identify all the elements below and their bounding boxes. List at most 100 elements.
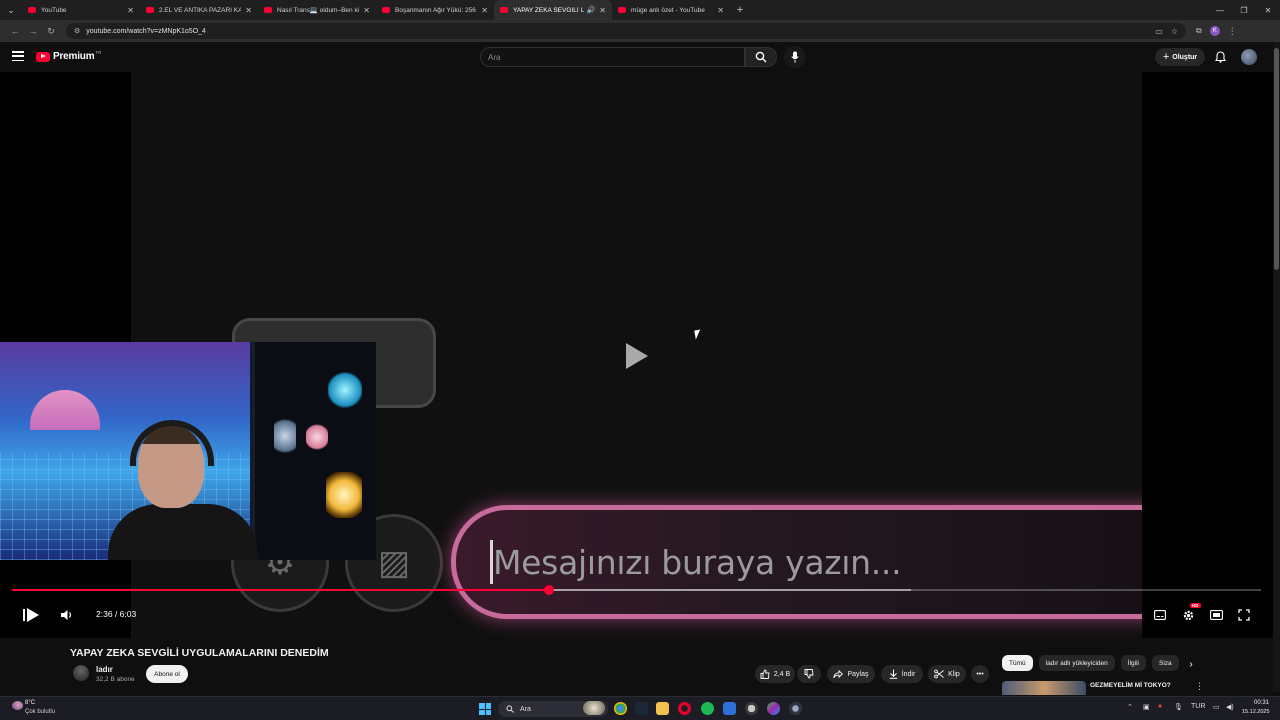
weather-icon[interactable] — [12, 701, 23, 710]
youtube-premium-logo[interactable]: Premium TR — [36, 50, 101, 62]
browser-tab[interactable]: YouTube ✕ — [22, 0, 140, 20]
recommendation-title[interactable]: GEZMEYELİM Mİ TOKYO? — [1090, 682, 1171, 689]
chrome-icon[interactable] — [614, 702, 627, 715]
theater-mode-button[interactable] — [1208, 607, 1224, 623]
network-icon[interactable]: ▭ — [1213, 703, 1220, 711]
tab-close-icon[interactable]: ✕ — [599, 6, 606, 15]
chip-all[interactable]: Tümü — [1002, 655, 1033, 671]
recommendation-menu-icon[interactable]: ⋮ — [1195, 681, 1204, 692]
app-icon[interactable] — [745, 702, 758, 715]
youtube-favicon-icon — [382, 7, 390, 13]
clip-button[interactable]: Klip — [928, 665, 966, 683]
browser-tab[interactable]: Boşanmanın Ağır Yükü: 256 Ki ✕ — [376, 0, 494, 20]
download-button[interactable]: İndir — [881, 665, 923, 683]
settings-app-icon[interactable] — [789, 702, 802, 715]
browser-tab[interactable]: 2.EL VE ANTİKA PAZARI KARŞI ✕ — [140, 0, 258, 20]
spotify-icon[interactable] — [701, 702, 714, 715]
chevron-up-icon[interactable]: ⌃ — [1127, 703, 1133, 711]
volume-button[interactable] — [60, 608, 76, 622]
windows-start-icon[interactable] — [479, 703, 491, 715]
browser-tab-active[interactable]: YAPAY ZEKA SEVGİLİ UYGU 🔊 ✕ — [494, 0, 612, 20]
fullscreen-button[interactable] — [1236, 607, 1252, 623]
language-indicator[interactable]: TUR — [1191, 703, 1205, 710]
browser-menu-icon[interactable]: ⋮ — [1228, 26, 1237, 37]
menu-icon[interactable] — [12, 51, 24, 61]
browser-tab[interactable]: müge anlı özet - YouTube ✕ — [612, 0, 730, 20]
channel-name[interactable]: ladır — [96, 665, 113, 674]
minimize-icon[interactable]: — — [1208, 6, 1232, 15]
download-label: İndir — [901, 670, 916, 678]
reload-icon[interactable]: ↻ — [42, 26, 60, 37]
scrollbar-thumb[interactable] — [1274, 48, 1279, 270]
browser-app-icon[interactable] — [767, 702, 780, 715]
tab-search-menu-icon[interactable]: ⌄ — [0, 0, 22, 20]
channel-avatar[interactable] — [73, 665, 89, 681]
weather-description[interactable]: Çok bulutlu — [25, 709, 55, 715]
tab-close-icon[interactable]: ✕ — [127, 6, 134, 15]
tab-close-icon[interactable]: ✕ — [717, 6, 724, 15]
play-icon — [27, 608, 39, 622]
close-window-icon[interactable]: ✕ — [1256, 6, 1280, 15]
dislike-button[interactable] — [797, 665, 821, 683]
back-icon[interactable]: ← — [6, 26, 24, 36]
bookmark-star-icon[interactable]: ☆ — [1171, 27, 1178, 36]
notifications-button[interactable] — [1212, 49, 1228, 65]
file-explorer-icon[interactable] — [656, 702, 669, 715]
plus-icon: + — [1162, 50, 1170, 63]
chip-related[interactable]: İlgili — [1120, 655, 1146, 671]
settings-button[interactable] — [1180, 607, 1196, 623]
subscribe-button[interactable]: Abone ol — [146, 665, 188, 683]
subtitles-button[interactable] — [1152, 607, 1168, 623]
video-player[interactable]: ⚙ ▨ Mesajınızı buraya yazın... — [0, 72, 1273, 638]
chevron-right-icon[interactable]: › — [1184, 657, 1198, 671]
steam-icon[interactable] — [635, 702, 648, 715]
play-button[interactable] — [23, 608, 39, 622]
volume-tray-icon[interactable]: ◀) — [1226, 703, 1234, 711]
store-icon[interactable] — [723, 702, 736, 715]
cast-icon[interactable]: ▭ — [1155, 27, 1163, 36]
page-scrollbar[interactable] — [1273, 42, 1280, 692]
clock-time[interactable]: 00:31 — [1254, 700, 1269, 706]
tab-close-icon[interactable]: ✕ — [245, 6, 252, 15]
search-input[interactable] — [488, 52, 737, 62]
tray-microphone-icon[interactable]: 🎙 — [1174, 703, 1183, 711]
browser-tab[interactable]: Nasıl Trans💻 oldum–Ben kims ✕ — [258, 0, 376, 20]
weather-temperature[interactable]: 8°C — [25, 700, 35, 706]
clip-label: Klip — [948, 670, 960, 678]
like-button[interactable]: 2,4 B — [755, 665, 795, 683]
site-info-icon[interactable]: ⚙ — [74, 27, 80, 35]
chip-for-you[interactable]: Siza — [1151, 655, 1179, 671]
voice-search-button[interactable] — [784, 46, 806, 68]
account-avatar[interactable] — [1241, 49, 1257, 65]
new-tab-icon[interactable]: + — [730, 4, 750, 16]
chip-from-uploader[interactable]: ladır adlı yükleyiciden — [1038, 655, 1115, 671]
search-button[interactable] — [745, 47, 777, 67]
forward-icon[interactable]: → — [24, 26, 42, 36]
extensions-icon[interactable]: ⧉ — [1196, 26, 1202, 36]
share-button[interactable]: Paylaş — [827, 665, 875, 683]
address-bar[interactable]: ⚙ youtube.com/watch?v=zMNpK1o5O_4 ▭ ☆ — [66, 23, 1186, 39]
recommendation-thumbnail[interactable] — [1002, 681, 1086, 695]
progress-scrubber[interactable] — [544, 585, 555, 595]
profile-avatar[interactable]: K — [1209, 26, 1220, 36]
center-play-icon[interactable] — [626, 343, 648, 369]
tray-security-icon[interactable]: ● — [1158, 703, 1162, 710]
browser-tab-strip: ⌄ YouTube ✕ 2.EL VE ANTİKA PAZARI KARŞI … — [0, 0, 1280, 20]
more-actions-button[interactable]: ••• — [971, 665, 989, 683]
clock-date[interactable]: 15.12.2025 — [1242, 709, 1270, 715]
hd-badge: HD — [1190, 603, 1201, 608]
create-button[interactable]: + Oluştur — [1155, 48, 1205, 66]
tab-title: YouTube — [41, 6, 67, 14]
tab-close-icon[interactable]: ✕ — [481, 6, 488, 15]
progress-bar[interactable] — [12, 585, 1261, 595]
search-highlight-image[interactable] — [583, 701, 605, 715]
speaker-icon[interactable]: 🔊 — [587, 6, 596, 14]
browser-toolbar: ← → ↻ ⚙ youtube.com/watch?v=zMNpK1o5O_4 … — [0, 20, 1280, 42]
scissors-icon — [934, 669, 944, 679]
restore-icon[interactable]: ❐ — [1232, 6, 1256, 15]
tab-close-icon[interactable]: ✕ — [363, 6, 370, 15]
opera-icon[interactable] — [678, 702, 691, 715]
tray-app-icon[interactable]: ▣ — [1143, 703, 1150, 711]
headphones — [130, 420, 214, 466]
taskbar-search-label: Ara — [520, 705, 531, 713]
